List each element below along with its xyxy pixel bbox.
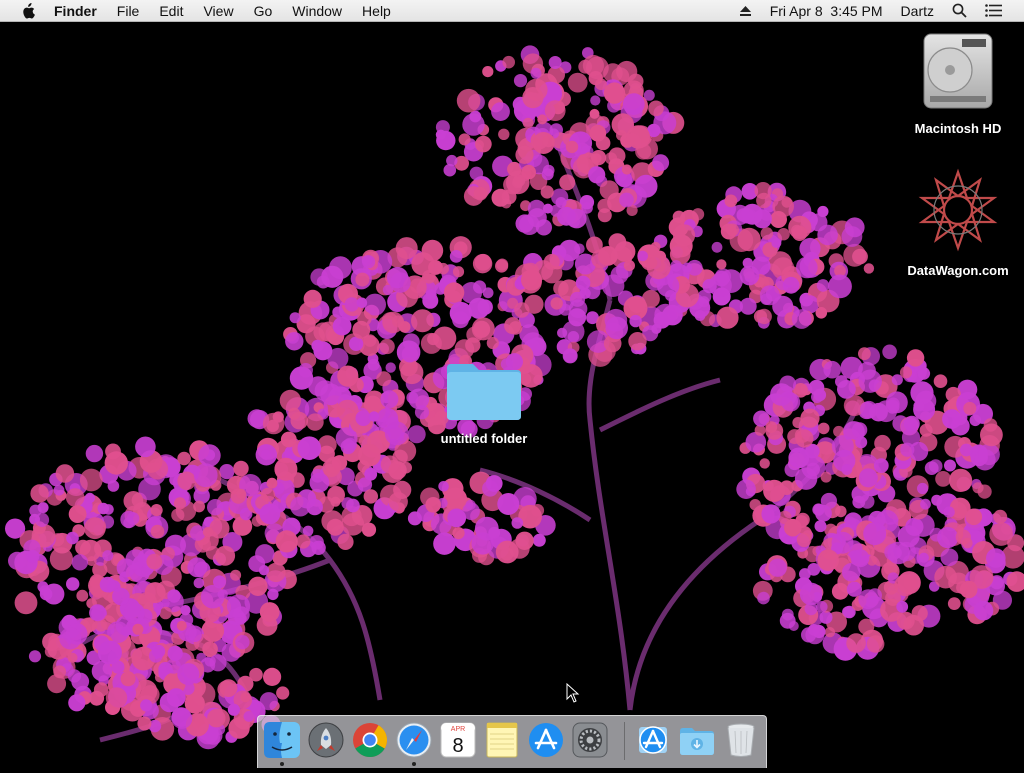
desktop-icon-datawagon[interactable]: DataWagon.com	[898, 168, 1018, 278]
downloads-stack-icon	[678, 721, 716, 759]
desktop-icon-label: Macintosh HD	[915, 121, 1002, 136]
dock: APR 8	[257, 715, 767, 768]
menu-view[interactable]: View	[203, 3, 233, 19]
running-indicator	[280, 762, 284, 766]
eject-icon[interactable]	[739, 5, 752, 17]
system-preferences-icon	[571, 721, 609, 759]
folder-icon	[443, 354, 525, 429]
launchpad-icon	[307, 721, 345, 759]
menu-go[interactable]: Go	[254, 3, 273, 19]
dock-trash[interactable]	[722, 721, 760, 759]
menu-user-name[interactable]: Dartz	[901, 3, 934, 19]
trash-icon	[722, 721, 760, 759]
dock-downloads-stack[interactable]	[678, 721, 716, 759]
dock-applications-stack[interactable]	[634, 721, 672, 759]
desktop-icon-macintosh-hd[interactable]: Macintosh HD	[908, 32, 1008, 136]
applications-stack-icon	[634, 721, 672, 759]
dock-calendar[interactable]: APR 8	[439, 721, 477, 759]
dock-separator	[624, 722, 625, 760]
desktop-icon-label: untitled folder	[441, 431, 528, 446]
spotlight-search-icon[interactable]	[952, 3, 967, 18]
hard-drive-icon	[920, 32, 996, 115]
safari-icon	[395, 721, 433, 759]
menu-help[interactable]: Help	[362, 3, 391, 19]
calendar-icon: APR 8	[439, 721, 477, 759]
menu-window[interactable]: Window	[292, 3, 342, 19]
app-store-icon	[527, 721, 565, 759]
dock-chrome[interactable]	[351, 721, 389, 759]
menu-edit[interactable]: Edit	[159, 3, 183, 19]
calendar-month-text: APR	[451, 726, 465, 733]
finder-icon	[263, 721, 301, 759]
dock-finder[interactable]	[263, 721, 301, 759]
mouse-cursor	[566, 683, 580, 708]
dock-launchpad[interactable]	[307, 721, 345, 759]
dock-notes[interactable]	[483, 721, 521, 759]
dock-system-preferences[interactable]	[571, 721, 609, 759]
datawagon-logo-icon	[916, 168, 1000, 257]
menu-file[interactable]: File	[117, 3, 140, 19]
dock-safari[interactable]	[395, 721, 433, 759]
menu-app-name[interactable]: Finder	[54, 3, 97, 19]
chrome-icon	[351, 721, 389, 759]
menu-bar: Finder File Edit View Go Window Help Fri…	[0, 0, 1024, 22]
running-indicator	[412, 762, 416, 766]
calendar-day-text: 8	[452, 735, 463, 757]
desktop-icon-label: DataWagon.com	[907, 263, 1008, 278]
menu-clock[interactable]: Fri Apr 8 3:45 PM	[770, 3, 883, 19]
dock-app-store[interactable]	[527, 721, 565, 759]
notes-icon	[483, 721, 521, 759]
apple-icon[interactable]	[18, 0, 38, 22]
notification-center-icon[interactable]	[985, 4, 1002, 17]
desktop-icon-untitled-folder[interactable]: untitled folder	[424, 354, 544, 446]
